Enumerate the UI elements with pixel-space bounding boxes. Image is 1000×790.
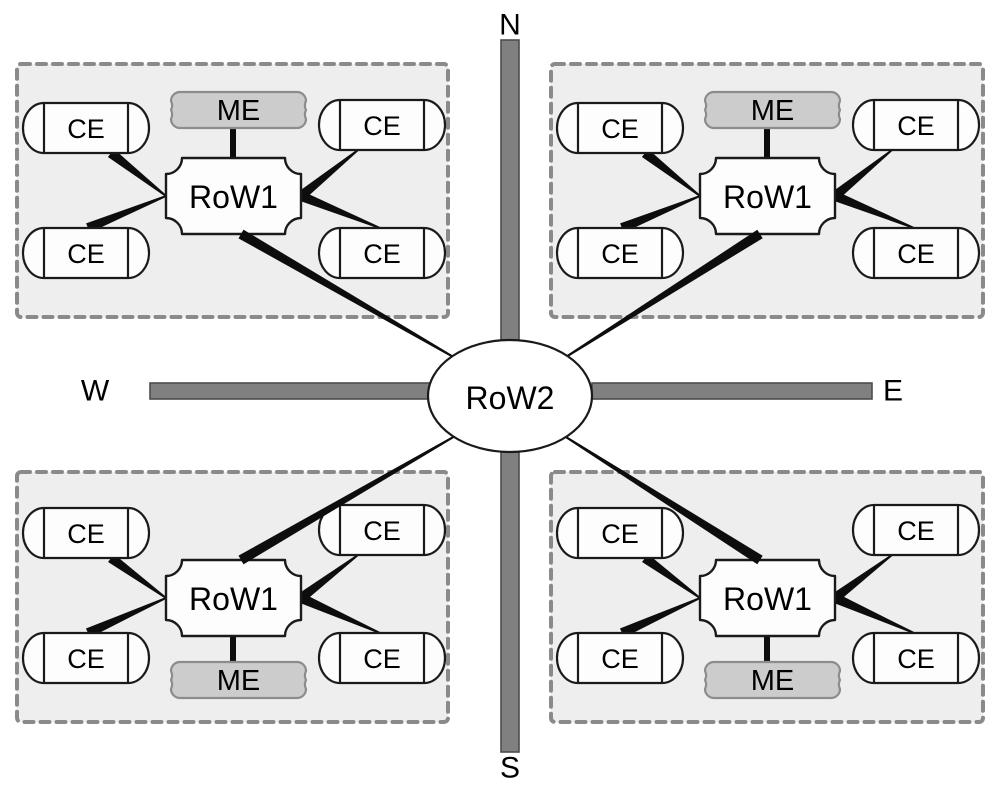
north-bar xyxy=(500,39,520,341)
ce-sw-top-left[interactable]: CE xyxy=(21,506,151,560)
ce-ne-top-right[interactable]: CE xyxy=(851,98,981,152)
east-bar xyxy=(591,382,873,400)
me-memory-node[interactable]: ME xyxy=(169,90,308,130)
south-bar xyxy=(500,451,520,753)
ce-outline xyxy=(555,506,685,560)
center-router-group[interactable]: RoW2 xyxy=(426,338,594,454)
ce-outline xyxy=(317,631,447,685)
compass-label-west: W xyxy=(81,375,110,408)
ce-outline xyxy=(317,226,447,280)
row1-router-node[interactable]: RoW1 xyxy=(698,558,837,638)
ce-outline xyxy=(317,503,447,557)
row1-router-shape[interactable] xyxy=(698,156,837,236)
ce-ne-bottom-left[interactable]: CE xyxy=(555,226,685,280)
ce-outline xyxy=(851,226,981,280)
cluster-north-east: MERoW1CECECECE xyxy=(549,62,985,319)
ce-se-bottom-right[interactable]: CE xyxy=(851,631,981,685)
ce-nw-bottom-right[interactable]: CE xyxy=(317,226,447,280)
me-memory-shape[interactable] xyxy=(169,90,308,130)
cluster-south-east: MERoW1CECECECE xyxy=(549,470,985,724)
ce-nw-bottom-left[interactable]: CE xyxy=(21,226,151,280)
ce-sw-bottom-left[interactable]: CE xyxy=(21,631,151,685)
ce-se-top-left[interactable]: CE xyxy=(555,506,685,560)
row1-router-shape[interactable] xyxy=(164,156,303,236)
ce-se-top-right[interactable]: CE xyxy=(851,503,981,557)
me-memory-shape[interactable] xyxy=(703,660,842,700)
ce-outline xyxy=(555,226,685,280)
row1-router-shape[interactable] xyxy=(164,558,303,638)
me-memory-node[interactable]: ME xyxy=(703,90,842,130)
me-memory-shape[interactable] xyxy=(169,660,308,700)
ce-outline xyxy=(21,631,151,685)
ce-outline xyxy=(851,503,981,557)
ce-sw-bottom-right[interactable]: CE xyxy=(317,631,447,685)
ce-nw-top-right[interactable]: CE xyxy=(317,98,447,152)
diagram-canvas: N S W E ME RoW1 CE CE CE CE ME RoW1 CE CE CE CE ME Ro… xyxy=(0,0,1000,790)
ce-outline xyxy=(21,506,151,560)
compass-label-east: E xyxy=(883,375,903,408)
ce-outline xyxy=(851,98,981,152)
me-memory-shape[interactable] xyxy=(703,90,842,130)
ce-outline xyxy=(21,101,151,155)
ce-se-bottom-left[interactable]: CE xyxy=(555,631,685,685)
compass-label-south: S xyxy=(500,752,520,785)
row1-router-node[interactable]: RoW1 xyxy=(164,558,303,638)
row1-router-shape[interactable] xyxy=(698,558,837,638)
row1-router-node[interactable]: RoW1 xyxy=(164,156,303,236)
west-bar xyxy=(149,382,431,400)
ce-nw-top-left[interactable]: CE xyxy=(21,101,151,155)
ce-outline xyxy=(21,226,151,280)
me-memory-node[interactable]: ME xyxy=(703,660,842,700)
ce-outline xyxy=(851,631,981,685)
topology-diagram: N S W E MERoW1CECECECEMERoW1CECECECEMERo… xyxy=(15,9,985,785)
row2-router-shape[interactable] xyxy=(426,338,594,454)
ce-outline xyxy=(555,631,685,685)
ce-ne-top-left[interactable]: CE xyxy=(555,101,685,155)
ce-sw-top-right[interactable]: CE xyxy=(317,503,447,557)
ce-outline xyxy=(317,98,447,152)
row1-router-node[interactable]: RoW1 xyxy=(698,156,837,236)
ce-outline xyxy=(555,101,685,155)
ce-ne-bottom-right[interactable]: CE xyxy=(851,226,981,280)
cluster-south-west: MERoW1CECECECE xyxy=(15,470,450,724)
me-memory-node[interactable]: ME xyxy=(169,660,308,700)
cluster-north-west: MERoW1CECECECE xyxy=(15,62,450,319)
compass-label-north: N xyxy=(499,9,521,42)
